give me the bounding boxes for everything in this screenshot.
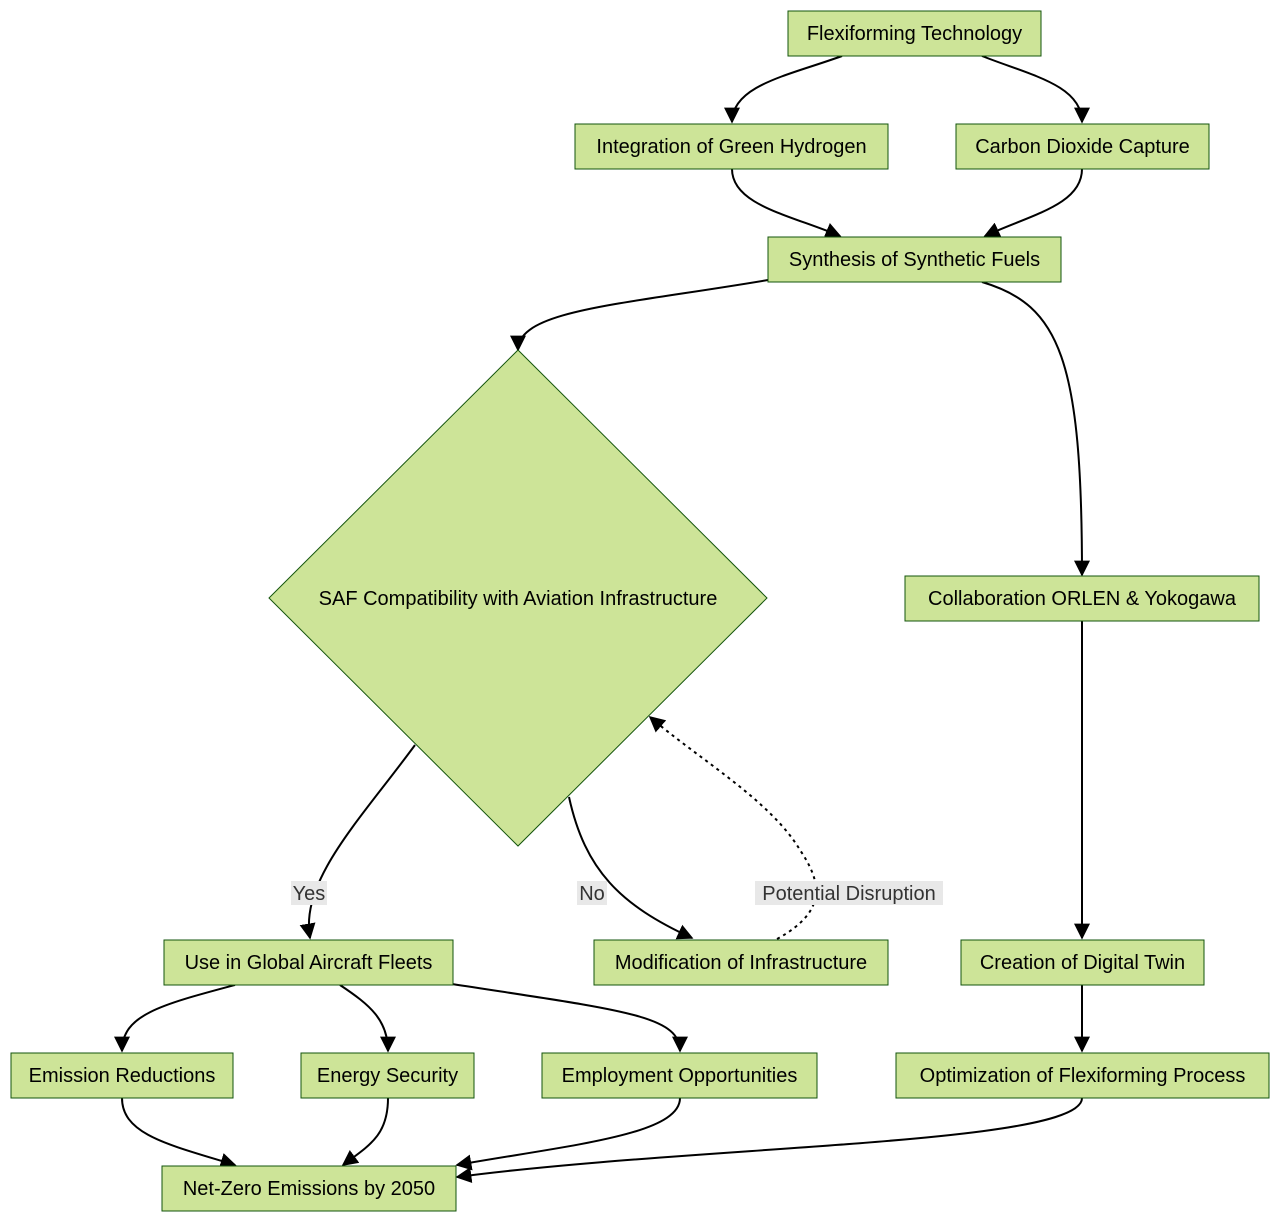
- node-integration-green-hydrogen[interactable]: Integration of Green Hydrogen: [574, 123, 889, 170]
- edge-use-emis: [114, 984, 236, 1053]
- node-employment-opportunities[interactable]: Employment Opportunities: [541, 1052, 818, 1099]
- svg-text:No: No: [579, 883, 605, 905]
- node-saf-compatibility-decision[interactable]: SAF Compatibility with Aviation Infrastr…: [268, 349, 768, 847]
- flowchart: Yes No Potential Disruption Flexiforming…: [10, 10, 1270, 1212]
- edge-co2-syn: [983, 168, 1083, 238]
- edge-flex-h2: [724, 55, 843, 124]
- edge-opt-net: [455, 1097, 1083, 1184]
- edge-h2-syn: [731, 168, 842, 238]
- edge-label-no: No: [577, 881, 607, 905]
- edge-emis-net: [121, 1097, 237, 1169]
- node-collaboration-orlen-yokogawa[interactable]: Collaboration ORLEN & Yokogawa: [904, 575, 1260, 622]
- svg-text:Creation of Digital Twin: Creation of Digital Twin: [980, 952, 1185, 974]
- svg-text:SAF Compatibility with Aviatio: SAF Compatibility with Aviation Infrastr…: [319, 588, 718, 610]
- node-emission-reductions[interactable]: Emission Reductions: [10, 1052, 234, 1099]
- edge-syn-saf: [510, 279, 769, 352]
- svg-text:Yes: Yes: [293, 883, 326, 905]
- node-energy-security[interactable]: Energy Security: [300, 1052, 475, 1099]
- svg-text:Energy Security: Energy Security: [317, 1065, 458, 1087]
- svg-text:Synthesis of Synthetic Fuels: Synthesis of Synthetic Fuels: [789, 249, 1040, 271]
- svg-text:Collaboration ORLEN & Yokogawa: Collaboration ORLEN & Yokogawa: [928, 588, 1237, 610]
- edge-mod-saf: [648, 715, 817, 940]
- node-use-global-aircraft-fleets[interactable]: Use in Global Aircraft Fleets: [163, 939, 454, 986]
- edge-flex-co2: [981, 55, 1090, 124]
- svg-text:Modification of Infrastructure: Modification of Infrastructure: [615, 952, 867, 974]
- svg-text:Net-Zero Emissions by 2050: Net-Zero Emissions by 2050: [183, 1178, 435, 1200]
- edge-saf-use: [299, 744, 416, 940]
- edge-use-employ: [451, 983, 688, 1053]
- svg-text:Potential Disruption: Potential Disruption: [762, 883, 935, 905]
- svg-text:Employment Opportunities: Employment Opportunities: [562, 1065, 798, 1087]
- edge-label-potential-disruption: Potential Disruption: [755, 881, 943, 905]
- node-creation-digital-twin[interactable]: Creation of Digital Twin: [960, 939, 1205, 986]
- node-modification-infrastructure[interactable]: Modification of Infrastructure: [593, 939, 889, 986]
- edge-saf-mod: [568, 796, 694, 940]
- edge-syn-collab: [981, 281, 1090, 577]
- svg-text:Integration of Green Hydrogen: Integration of Green Hydrogen: [596, 136, 866, 158]
- node-flexiforming-technology[interactable]: Flexiforming Technology: [787, 10, 1042, 57]
- svg-text:Use in Global Aircraft Fleets: Use in Global Aircraft Fleets: [185, 952, 433, 974]
- svg-text:Emission Reductions: Emission Reductions: [29, 1065, 216, 1087]
- node-optimization-flexiforming-process[interactable]: Optimization of Flexiforming Process: [895, 1052, 1270, 1099]
- node-carbon-dioxide-capture[interactable]: Carbon Dioxide Capture: [955, 123, 1210, 170]
- node-synthesis-synthetic-fuels[interactable]: Synthesis of Synthetic Fuels: [767, 236, 1062, 283]
- svg-text:Flexiforming Technology: Flexiforming Technology: [807, 23, 1022, 45]
- svg-text:Carbon Dioxide Capture: Carbon Dioxide Capture: [975, 136, 1190, 158]
- edge-use-energy: [339, 984, 396, 1053]
- node-net-zero-emissions-2050[interactable]: Net-Zero Emissions by 2050: [161, 1165, 457, 1212]
- svg-text:Optimization of Flexiforming P: Optimization of Flexiforming Process: [920, 1065, 1246, 1087]
- edge-energy-net: [341, 1097, 389, 1166]
- edge-employ-net: [455, 1097, 681, 1171]
- edge-label-yes: Yes: [291, 881, 327, 905]
